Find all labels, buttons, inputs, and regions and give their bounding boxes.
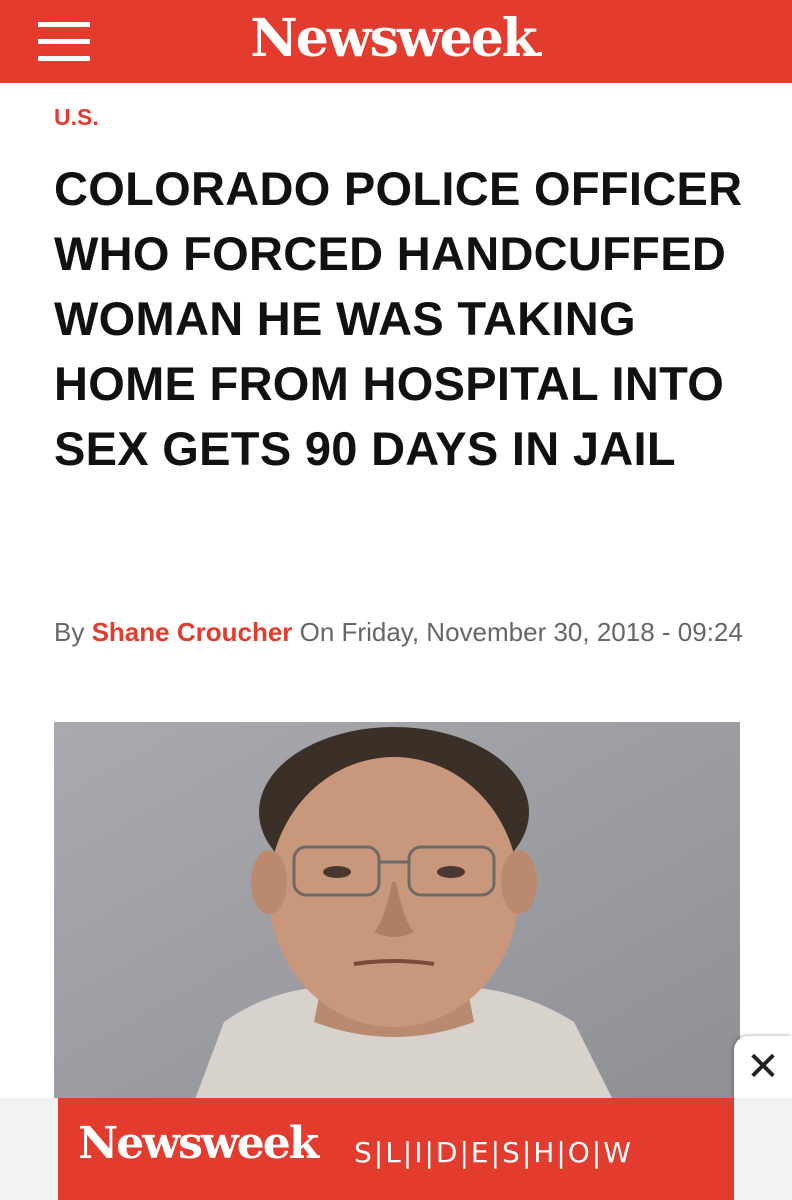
publish-date: On Friday, November 30, 2018 - 09:24: [299, 617, 743, 647]
close-icon: ✕: [746, 1045, 780, 1089]
top-navigation-bar: Newsweek: [0, 0, 792, 83]
slideshow-ad-banner[interactable]: Newsweek S|L|I|D|E|S|H|O|W: [58, 1098, 734, 1200]
close-ad-button[interactable]: ✕: [734, 1036, 792, 1098]
byline-prefix: By: [54, 617, 85, 647]
article-photo: [54, 722, 740, 1102]
ad-newsweek-logo: Newsweek: [78, 1118, 319, 1169]
section-label[interactable]: U.S.: [54, 104, 99, 131]
author-link[interactable]: Shane Croucher: [92, 617, 293, 647]
byline: By Shane Croucher On Friday, November 30…: [54, 612, 754, 652]
article-headline: COLORADO POLICE OFFICER WHO FORCED HANDC…: [54, 162, 743, 475]
newsweek-logo[interactable]: Newsweek: [0, 8, 792, 69]
mugshot-image: [54, 722, 740, 1102]
ad-slideshow-text: S|L|I|D|E|S|H|O|W: [354, 1136, 633, 1169]
